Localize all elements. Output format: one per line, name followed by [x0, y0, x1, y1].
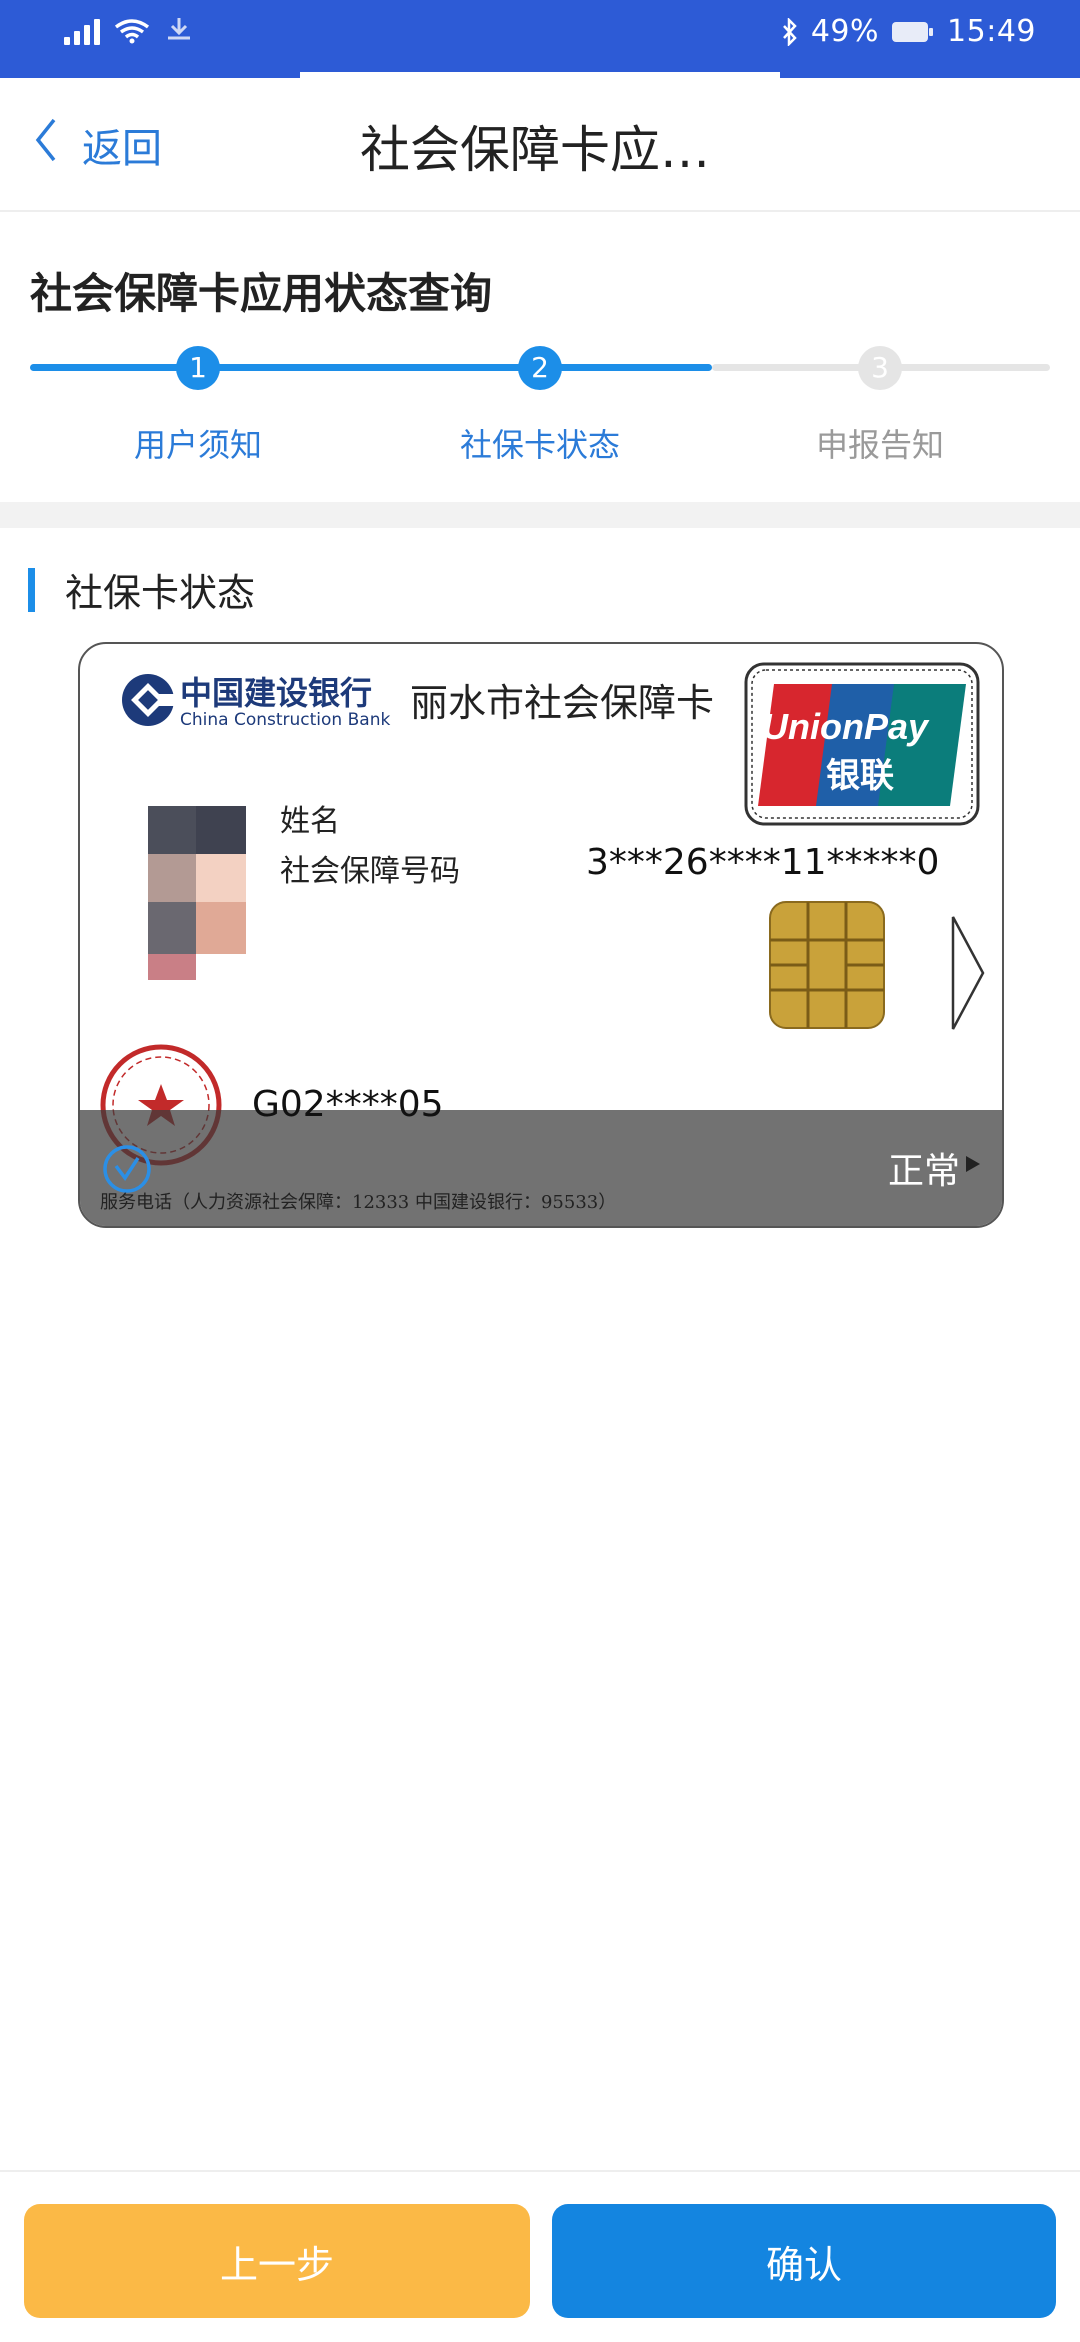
status-right: 49% 15:49 — [781, 14, 1036, 49]
card-number: G02****05 — [252, 1084, 444, 1125]
chip-icon — [769, 901, 885, 1029]
step-2-dot: 2 — [518, 346, 562, 390]
bank-name-en: China Construction Bank — [180, 710, 391, 730]
step-1-dot: 1 — [176, 346, 220, 390]
step-3-dot: 3 — [858, 346, 902, 390]
clock: 15:49 — [947, 14, 1036, 49]
card-status: 正常 — [887, 1151, 960, 1192]
unionpay-text-cn: 银联 — [826, 756, 894, 796]
unionpay-text-en: UnionPay — [762, 706, 929, 747]
confirm-button[interactable]: 确认 — [552, 2204, 1056, 2318]
wifi-icon — [114, 18, 150, 44]
check-circle-icon — [103, 1145, 151, 1193]
bottom-action-bar: 上一步 确认 — [0, 2170, 1080, 2342]
page-title: 社会保障卡应用状态查询 — [30, 269, 493, 318]
battery-percent: 49% — [810, 14, 880, 49]
step-3-label: 申报告知 — [815, 426, 944, 464]
step-1-label: 用户须知 — [133, 426, 262, 464]
ccb-logo-icon — [122, 674, 174, 726]
social-security-card: 中国建设银行 China Construction Bank 丽水市社会保障卡 … — [78, 642, 1004, 1228]
ssn-value: 3***26****11*****0 — [586, 842, 940, 883]
section-accent-bar — [28, 567, 35, 612]
step-2-label: 社保卡状态 — [459, 426, 620, 464]
ssn-label: 社会保障号码 — [280, 854, 460, 889]
signal-icon — [64, 17, 100, 45]
service-hotline: 服务电话（人力资源社会保障：12333 中国建设银行：95533） — [100, 1192, 617, 1213]
name-label: 姓名 — [280, 804, 340, 839]
back-label: 返回 — [82, 126, 162, 172]
card-insert-arrow-icon — [951, 916, 985, 1030]
section-title-text: 社保卡状态 — [65, 571, 256, 615]
cardholder-photo — [148, 806, 296, 1076]
previous-step-button[interactable]: 上一步 — [24, 2204, 530, 2318]
chevron-left-icon — [34, 118, 58, 172]
nav-title: 社会保障卡应… — [360, 121, 710, 179]
section-title: 社保卡状态 — [28, 562, 255, 617]
section-divider — [0, 502, 1080, 528]
status-bar: 49% 15:49 — [0, 0, 1080, 78]
card-title: 丽水市社会保障卡 — [410, 681, 715, 725]
bluetooth-icon — [781, 17, 799, 46]
status-left — [64, 16, 194, 46]
bank-name: 中国建设银行 — [180, 674, 373, 712]
battery-icon — [891, 20, 935, 44]
nav-bar: 返回 社会保障卡应… — [0, 78, 1080, 212]
back-button[interactable]: 返回 — [34, 116, 162, 174]
status-arrow-icon — [966, 1156, 980, 1172]
query-header-section: 社会保障卡应用状态查询 1 2 3 用户须知 社保卡状态 申报告知 — [0, 212, 1080, 502]
stepper-progress-done — [30, 364, 712, 371]
download-icon — [164, 16, 194, 46]
